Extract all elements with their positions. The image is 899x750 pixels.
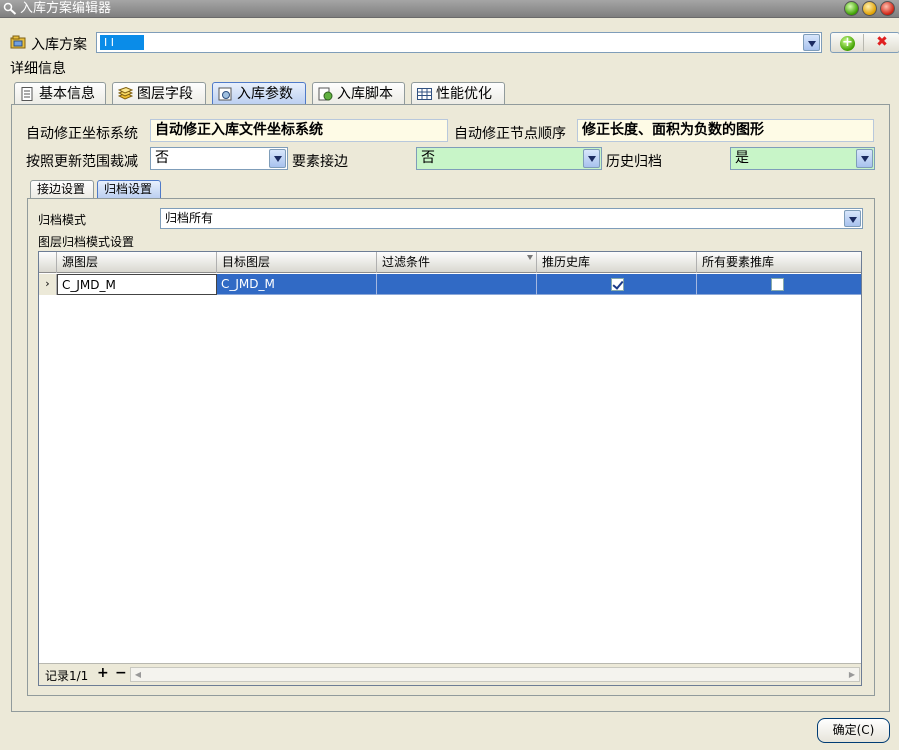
edge-label: 要素接边 — [292, 154, 348, 170]
table-row[interactable]: › C_JMD_M C_JMD_M — [39, 274, 861, 295]
tab-performance[interactable]: 性能优化 — [411, 82, 505, 106]
tab-layer-fields[interactable]: 图层字段 — [112, 82, 206, 106]
push-all-cell[interactable] — [697, 274, 861, 295]
close-icon: ✖ — [876, 34, 888, 50]
plus-icon: + — [840, 36, 855, 51]
chevron-down-icon[interactable] — [269, 149, 286, 168]
grid-header: 源图层 目标图层 过滤条件 推历史库 所有要素推库 — [39, 252, 861, 273]
chevron-down-icon[interactable] — [856, 149, 873, 168]
horizontal-scrollbar[interactable]: ◀ ▶ — [130, 667, 860, 682]
clip-label: 按照更新范围裁减 — [26, 154, 138, 170]
source-layer-cell[interactable]: C_JMD_M — [57, 274, 217, 295]
maximize-button[interactable] — [862, 1, 877, 16]
remove-record-button[interactable]: − — [115, 665, 127, 681]
chevron-down-icon[interactable] — [803, 34, 820, 51]
scheme-label: 入库方案 — [31, 37, 87, 53]
column-header-target[interactable]: 目标图层 — [217, 252, 377, 273]
tab-basic-info[interactable]: 基本信息 — [14, 82, 106, 106]
column-header-push-history[interactable]: 推历史库 — [537, 252, 697, 273]
document-icon — [21, 87, 33, 101]
column-header-filter[interactable]: 过滤条件 — [377, 252, 537, 273]
archive-mode-select[interactable]: 归档所有 — [160, 208, 863, 229]
archive-mode-label: 归档模式 — [38, 213, 87, 227]
subtab-edge-settings[interactable]: 接边设置 — [30, 180, 94, 199]
edge-select[interactable]: 否 — [416, 147, 602, 170]
clip-select[interactable]: 否 — [150, 147, 288, 170]
parameters-icon — [218, 87, 232, 101]
magnifier-icon — [3, 2, 17, 15]
archive-grid[interactable]: 源图层 目标图层 过滤条件 推历史库 所有要素推库 › C_JMD_M C_JM… — [38, 251, 862, 686]
layers-icon — [118, 87, 133, 100]
chevron-down-icon[interactable] — [583, 149, 600, 168]
scheme-select[interactable]: I I — [96, 32, 822, 53]
push-all-checkbox[interactable] — [771, 278, 784, 291]
push-history-checkbox[interactable] — [611, 278, 624, 291]
target-layer-cell[interactable]: C_JMD_M — [217, 274, 377, 295]
minimize-button[interactable] — [844, 1, 859, 16]
scheme-icon — [10, 35, 26, 49]
auto-node-field[interactable]: 修正长度、面积为负数的图形 — [577, 119, 874, 142]
add-record-button[interactable]: + — [97, 665, 109, 681]
auto-node-label: 自动修正节点顺序 — [454, 126, 566, 142]
auto-coord-label: 自动修正坐标系统 — [26, 126, 138, 142]
detail-label: 详细信息 — [10, 61, 66, 77]
close-button[interactable] — [880, 1, 895, 16]
delete-scheme-button[interactable]: ✖ — [866, 34, 898, 51]
scheme-toolbar: + ✖ — [830, 32, 899, 53]
ok-button[interactable]: 确定(C) — [817, 718, 890, 743]
tab-import-params[interactable]: 入库参数 — [212, 82, 306, 106]
chevron-down-icon[interactable] — [844, 210, 861, 227]
push-history-cell[interactable] — [537, 274, 697, 295]
scroll-left-icon[interactable]: ◀ — [131, 668, 145, 681]
title-bar: 入库方案编辑器 — [0, 0, 899, 18]
scroll-right-icon[interactable]: ▶ — [845, 668, 859, 681]
scheme-row: 入库方案 I I + ✖ — [10, 32, 899, 54]
row-indicator-icon: › — [39, 274, 57, 295]
tab-import-script[interactable]: 入库脚本 — [312, 82, 405, 106]
column-header-source[interactable]: 源图层 — [57, 252, 217, 273]
row-header-corner — [39, 252, 57, 273]
grid-footer: 记录1/1 + − ◀ ▶ — [39, 663, 861, 685]
subtab-archive-settings[interactable]: 归档设置 — [97, 180, 161, 199]
scheme-selected-value: I I — [100, 35, 144, 50]
add-scheme-button[interactable]: + — [832, 34, 864, 51]
column-header-push-all[interactable]: 所有要素推库 — [697, 252, 861, 273]
script-icon — [318, 87, 333, 101]
window-title: 入库方案编辑器 — [20, 1, 112, 16]
grid-label: 图层归档模式设置 — [38, 235, 135, 249]
grid-icon — [417, 88, 432, 100]
history-select[interactable]: 是 — [730, 147, 875, 170]
filter-cell[interactable] — [377, 274, 537, 295]
history-label: 历史归档 — [606, 154, 662, 170]
filter-icon[interactable] — [527, 255, 533, 260]
auto-coord-field[interactable]: 自动修正入库文件坐标系统 — [150, 119, 448, 142]
record-counter: 记录1/1 — [45, 669, 89, 683]
